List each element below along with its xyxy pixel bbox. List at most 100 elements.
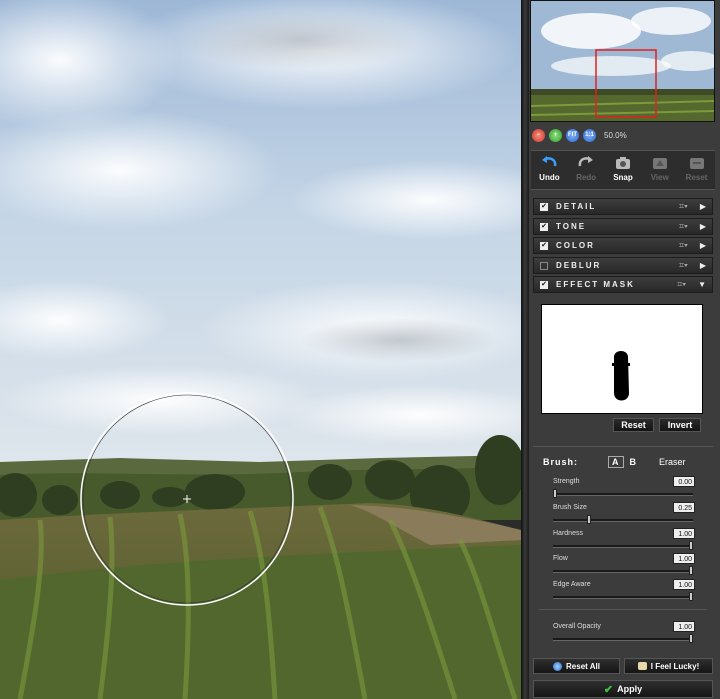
zoom-in-icon[interactable]: + xyxy=(549,128,562,142)
undo-button[interactable]: Undo xyxy=(533,151,565,189)
slider-label: Hardness xyxy=(553,530,583,537)
slider-track[interactable] xyxy=(553,638,693,641)
section-title: EFFECT MASK xyxy=(556,280,635,289)
expand-arrow-icon[interactable]: ▶ xyxy=(700,241,706,250)
apply-button[interactable]: ✔ Apply xyxy=(533,680,713,698)
brush-settings: Brush: A B Eraser Strength 0.00 Brush Si… xyxy=(533,446,713,652)
slider-value[interactable]: 1.00 xyxy=(673,553,695,564)
slider-value[interactable]: 1.00 xyxy=(673,528,695,539)
redo-label: Redo xyxy=(576,173,597,182)
deblur-checkbox[interactable] xyxy=(540,261,548,270)
hardness-slider[interactable]: Hardness 1.00 xyxy=(553,528,695,554)
mask-shape xyxy=(612,351,630,401)
brush-header: Brush: A B Eraser xyxy=(543,456,686,468)
snap-button[interactable]: Snap xyxy=(607,151,639,189)
brush-size-slider[interactable]: Brush Size 0.25 xyxy=(553,502,695,528)
landscape-photo xyxy=(0,0,521,699)
i-feel-lucky-button[interactable]: I Feel Lucky! xyxy=(624,658,713,674)
zoom-100-button[interactable]: 1:1 xyxy=(583,128,596,142)
section-title: COLOR xyxy=(556,241,595,250)
eraser-button[interactable]: Eraser xyxy=(659,457,686,467)
image-canvas[interactable] xyxy=(0,0,521,699)
slider-label: Edge Aware xyxy=(553,581,591,588)
presets-icon[interactable]: ⌗▾ xyxy=(679,240,688,251)
zoom-out-icon[interactable]: − xyxy=(532,128,545,142)
mask-preview xyxy=(541,304,703,414)
expand-arrow-icon[interactable]: ▶ xyxy=(700,261,706,270)
slider-track[interactable] xyxy=(553,493,693,496)
globe-icon xyxy=(553,661,563,671)
tone-checkbox[interactable]: ✔ xyxy=(540,222,548,231)
history-toolbar: Undo Redo Snap View Reset xyxy=(531,150,715,190)
slider-track[interactable] xyxy=(553,519,693,522)
brush-mode-b[interactable]: B xyxy=(630,457,638,467)
view-icon xyxy=(652,155,668,171)
undo-label: Undo xyxy=(539,173,560,182)
zoom-controls: − + FIT 1:1 50.0% xyxy=(529,124,720,146)
section-tone[interactable]: ✔ TONE ⌗▾ ▶ xyxy=(533,218,713,235)
effect-mask-checkbox[interactable]: ✔ xyxy=(540,280,548,289)
slider-track[interactable] xyxy=(553,570,693,573)
section-deblur[interactable]: DEBLUR ⌗▾ ▶ xyxy=(533,257,713,274)
slider-value[interactable]: 0.00 xyxy=(673,476,695,487)
overall-opacity-slider[interactable]: Overall Opacity 1.00 xyxy=(553,621,695,647)
slider-thumb[interactable] xyxy=(689,634,693,643)
slider-value[interactable]: 0.25 xyxy=(673,502,695,513)
slider-thumb[interactable] xyxy=(689,541,693,550)
slider-track[interactable] xyxy=(553,545,693,548)
lucky-label: I Feel Lucky! xyxy=(650,661,700,671)
reset-toolbar-label: Reset xyxy=(685,173,708,182)
slider-value[interactable]: 1.00 xyxy=(673,621,695,632)
panel-divider[interactable] xyxy=(521,0,529,699)
collapse-arrow-icon[interactable]: ▼ xyxy=(698,280,706,289)
reset-all-button[interactable]: Reset All xyxy=(533,658,620,674)
section-title: TONE xyxy=(556,222,587,231)
brush-label: Brush: xyxy=(543,457,578,467)
presets-icon[interactable]: ⌗▾ xyxy=(679,221,688,232)
view-label: View xyxy=(650,173,669,182)
navigator-image xyxy=(531,1,714,121)
divider-line xyxy=(539,609,707,610)
zoom-level: 50.0% xyxy=(604,130,627,140)
section-title: DEBLUR xyxy=(556,261,602,270)
slider-thumb[interactable] xyxy=(689,592,693,601)
navigator-thumbnail[interactable] xyxy=(530,0,715,122)
camera-icon xyxy=(615,155,631,171)
strength-slider[interactable]: Strength 0.00 xyxy=(553,476,695,502)
detail-checkbox[interactable]: ✔ xyxy=(540,202,548,211)
zoom-fit-button[interactable]: FIT xyxy=(566,128,579,142)
slider-thumb[interactable] xyxy=(587,515,591,524)
redo-button[interactable]: Redo xyxy=(570,151,602,189)
slider-thumb[interactable] xyxy=(553,489,557,498)
mask-invert-button[interactable]: Invert xyxy=(659,418,701,432)
dice-icon xyxy=(637,662,647,670)
control-panel: − + FIT 1:1 50.0% Undo Redo Snap View Re… xyxy=(529,0,720,699)
color-checkbox[interactable]: ✔ xyxy=(540,241,548,250)
snap-label: Snap xyxy=(613,173,633,182)
slider-track[interactable] xyxy=(553,596,693,599)
slider-label: Brush Size xyxy=(553,504,587,511)
expand-arrow-icon[interactable]: ▶ xyxy=(700,202,706,211)
apply-label: Apply xyxy=(617,684,643,694)
slider-value[interactable]: 1.00 xyxy=(673,579,695,590)
reset-toolbar-button[interactable]: Reset xyxy=(681,151,713,189)
redo-icon xyxy=(578,155,594,171)
flow-slider[interactable]: Flow 1.00 xyxy=(553,553,695,579)
brush-mode-a[interactable]: A xyxy=(608,456,624,468)
effect-mask-panel: Reset Invert xyxy=(533,296,713,438)
mask-reset-button[interactable]: Reset xyxy=(613,418,654,432)
view-button[interactable]: View xyxy=(644,151,676,189)
slider-thumb[interactable] xyxy=(689,566,693,575)
section-detail[interactable]: ✔ DETAIL ⌗▾ ▶ xyxy=(533,198,713,215)
section-effect-mask[interactable]: ✔ EFFECT MASK ⌗▾ ▼ xyxy=(533,276,713,293)
edge-aware-slider[interactable]: Edge Aware 1.00 xyxy=(553,579,695,605)
section-title: DETAIL xyxy=(556,202,597,211)
presets-icon[interactable]: ⌗▾ xyxy=(679,201,688,212)
presets-icon[interactable]: ⌗▾ xyxy=(677,279,686,290)
presets-icon[interactable]: ⌗▾ xyxy=(679,260,688,271)
expand-arrow-icon[interactable]: ▶ xyxy=(700,222,706,231)
section-color[interactable]: ✔ COLOR ⌗▾ ▶ xyxy=(533,237,713,254)
reset-all-label: Reset All xyxy=(566,661,600,671)
reset-icon xyxy=(689,155,705,171)
checkmark-icon: ✔ xyxy=(603,683,614,696)
